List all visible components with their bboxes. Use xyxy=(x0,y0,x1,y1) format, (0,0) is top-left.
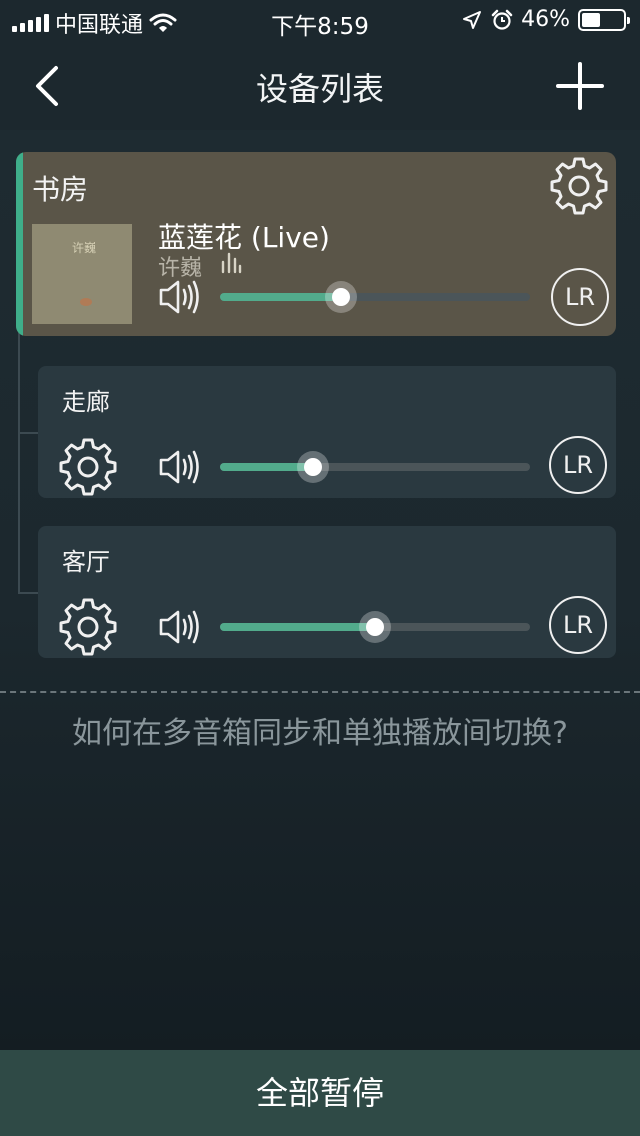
living-room-volume-knob[interactable] xyxy=(359,611,391,643)
hallway-volume-knob[interactable] xyxy=(297,451,329,483)
nav-bar: 设备列表 xyxy=(0,40,640,130)
hallway-volume-slider[interactable] xyxy=(220,451,530,483)
hallway-settings-gear-icon[interactable] xyxy=(57,436,119,498)
channel-lr-button[interactable]: LR xyxy=(551,268,609,326)
volume-speaker-icon xyxy=(159,280,199,314)
active-accent-bar xyxy=(16,152,23,336)
page-title: 设备列表 xyxy=(255,70,384,108)
alarm-icon xyxy=(491,9,513,30)
living-room-volume-slider[interactable] xyxy=(220,611,530,643)
active-room-name: 书房 xyxy=(32,173,89,206)
living-room-channel-lr-button[interactable]: LR xyxy=(549,596,607,654)
group-tree-line xyxy=(18,330,20,594)
device-card-living-room[interactable]: 客厅 xyxy=(38,526,616,658)
pause-all-button[interactable]: 全部暂停 xyxy=(0,1050,640,1136)
device-card-hallway[interactable]: 走廊 xyxy=(38,366,616,498)
device-settings-gear-icon[interactable] xyxy=(548,155,610,217)
battery-icon xyxy=(578,8,630,31)
album-cover: 许巍 xyxy=(32,224,132,324)
hallway-volume-speaker-icon xyxy=(159,450,199,484)
dashed-divider xyxy=(0,691,640,693)
status-bar: 中国联通 下午8:59 46% xyxy=(0,0,640,40)
volume-slider-active[interactable] xyxy=(220,281,530,313)
battery-fill xyxy=(582,12,601,27)
battery-percent: 46% xyxy=(521,7,570,32)
equalizer-icon xyxy=(221,252,242,274)
add-device-button[interactable] xyxy=(552,58,608,114)
living-room-volume-fill xyxy=(220,623,375,631)
album-title-art: 许巍 xyxy=(72,241,97,255)
room-name-living-room: 客厅 xyxy=(62,548,110,576)
tree-branch-1 xyxy=(18,432,38,434)
living-room-settings-gear-icon[interactable] xyxy=(57,596,119,658)
room-name-hallway: 走廊 xyxy=(62,388,110,416)
volume-slider-fill xyxy=(220,293,341,301)
help-link[interactable]: 如何在多音箱同步和单独播放间切换? xyxy=(0,708,640,752)
album-art-detail xyxy=(80,298,92,306)
volume-slider-knob[interactable] xyxy=(324,281,357,313)
tree-branch-2 xyxy=(18,592,38,594)
status-right: 46% xyxy=(461,7,630,32)
location-arrow-icon xyxy=(463,10,482,29)
hallway-channel-lr-button[interactable]: LR xyxy=(549,436,607,494)
living-room-volume-speaker-icon xyxy=(159,610,199,644)
